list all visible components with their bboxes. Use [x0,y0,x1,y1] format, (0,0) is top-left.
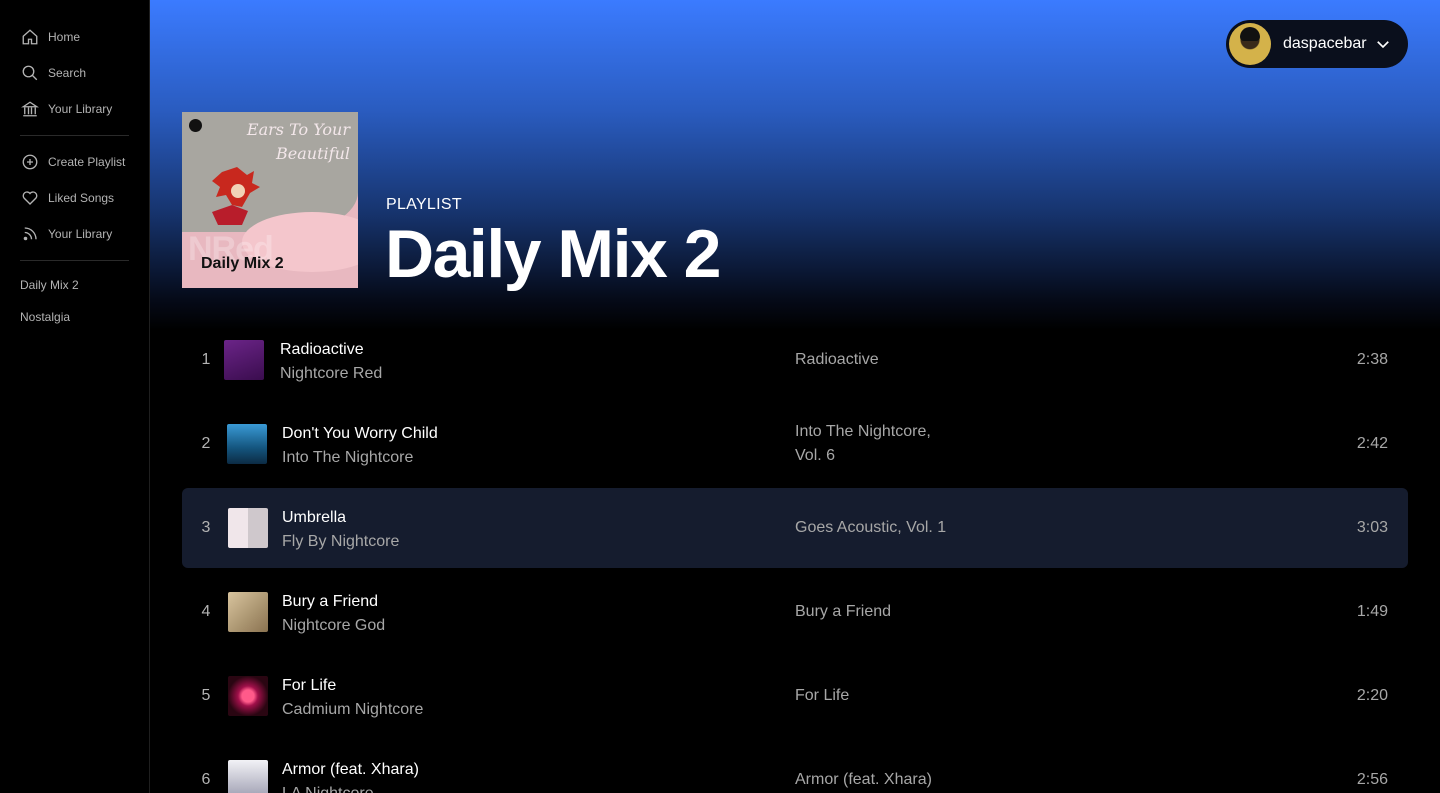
track-thumbnail [227,424,267,464]
track-title[interactable]: Don't You Worry Child [282,424,438,444]
track-number: 1 [201,351,211,368]
track-thumbnail [228,760,268,793]
chevron-down-icon [1377,41,1389,49]
track-duration: 1:49 [1356,603,1388,620]
sidebar-divider [20,260,129,261]
cover-label: Daily Mix 2 [201,255,284,272]
track-duration: 2:20 [1356,687,1388,704]
track-artist[interactable]: Cadmium Nightcore [282,700,423,720]
track-title[interactable]: Bury a Friend [282,592,385,612]
sidebar: Home Search Your Library Create Playlist… [0,0,150,793]
track-artist[interactable]: Nightcore God [282,616,385,636]
track-artist[interactable]: LA Nightcore [282,784,419,793]
track-number: 3 [201,519,211,536]
cover-character-art [212,167,260,225]
track-number: 6 [201,771,211,788]
track-title[interactable]: Umbrella [282,508,399,528]
playlist-kind-label: PLAYLIST [386,196,462,213]
plus-circle-icon [20,152,40,172]
sidebar-playlist-nostalgia[interactable]: Nostalgia [0,301,149,333]
track-duration: 3:03 [1356,519,1388,536]
nav-library[interactable]: Your Library [0,91,149,127]
nav-search[interactable]: Search [0,55,149,91]
track-row[interactable]: 4 Bury a Friend Nightcore God Bury a Fri… [182,572,1408,652]
heart-icon [20,188,40,208]
cover-script-text: Ears To Your Beautiful [246,120,350,163]
track-album[interactable]: Radioactive [795,348,955,372]
track-thumbnail [228,592,268,632]
track-title[interactable]: Radioactive [280,340,382,360]
track-row[interactable]: 5 For Life Cadmium Nightcore For Life 2:… [182,656,1408,736]
track-album[interactable]: Bury a Friend [795,600,955,624]
track-row[interactable]: 1 Radioactive Nightcore Red Radioactive … [182,320,1408,400]
track-thumbnail [228,676,268,716]
track-title[interactable]: For Life [282,676,423,696]
track-duration: 2:42 [1356,435,1388,452]
track-info: Umbrella Fly By Nightcore [282,508,399,552]
playlist-cover: Ears To Your Beautiful NRed Daily Mix 2 [182,112,358,288]
page-title: Daily Mix 2 [385,216,722,292]
user-name: daspacebar [1283,35,1367,52]
sidebar-divider [20,135,129,136]
track-thumbnail [228,508,268,548]
track-artist[interactable]: Fly By Nightcore [282,532,399,552]
track-list: 1 Radioactive Nightcore Red Radioactive … [182,320,1408,793]
track-duration: 2:38 [1356,351,1388,368]
track-duration: 2:56 [1356,771,1388,788]
avatar [1229,23,1271,65]
spotify-logo-icon [189,119,202,132]
library-icon [20,99,40,119]
track-info: Armor (feat. Xhara) LA Nightcore [282,760,419,793]
liked-songs-button[interactable]: Liked Songs [0,180,149,216]
liked-songs-label: Liked Songs [48,191,115,205]
track-album[interactable]: Goes Acoustic, Vol. 1 [795,516,955,540]
rss-icon [20,224,40,244]
track-number: 5 [201,687,211,704]
track-artist[interactable]: Nightcore Red [280,364,382,384]
track-row[interactable]: 6 Armor (feat. Xhara) LA Nightcore Armor… [182,740,1408,793]
your-library-feed-button[interactable]: Your Library [0,216,149,252]
track-title[interactable]: Armor (feat. Xhara) [282,760,419,780]
track-info: For Life Cadmium Nightcore [282,676,423,720]
main-content: daspacebar Ears To Your Beautiful NRed D… [150,0,1440,793]
create-playlist-button[interactable]: Create Playlist [0,144,149,180]
track-album[interactable]: Armor (feat. Xhara) [795,768,955,792]
your-library-feed-label: Your Library [48,227,113,241]
track-info: Bury a Friend Nightcore God [282,592,385,636]
create-playlist-label: Create Playlist [48,155,126,169]
track-thumbnail [224,340,264,380]
track-info: Don't You Worry Child Into The Nightcore [282,424,438,468]
track-artist[interactable]: Into The Nightcore [282,448,438,468]
track-row[interactable]: 2 Don't You Worry Child Into The Nightco… [182,404,1408,484]
track-number: 2 [201,435,211,452]
nav-home[interactable]: Home [0,19,149,55]
track-number: 4 [201,603,211,620]
home-icon [20,27,40,47]
nav-library-label: Your Library [48,102,113,116]
user-menu-button[interactable]: daspacebar [1226,20,1408,68]
track-info: Radioactive Nightcore Red [280,340,382,384]
sidebar-playlist-daily-mix-2[interactable]: Daily Mix 2 [0,269,149,301]
search-icon [20,63,40,83]
nav-search-label: Search [48,66,87,80]
track-album[interactable]: Into The Nightcore, Vol. 6 [795,420,955,468]
track-row[interactable]: 3 Umbrella Fly By Nightcore Goes Acousti… [182,488,1408,568]
track-album[interactable]: For Life [795,684,955,708]
nav-home-label: Home [48,30,81,44]
